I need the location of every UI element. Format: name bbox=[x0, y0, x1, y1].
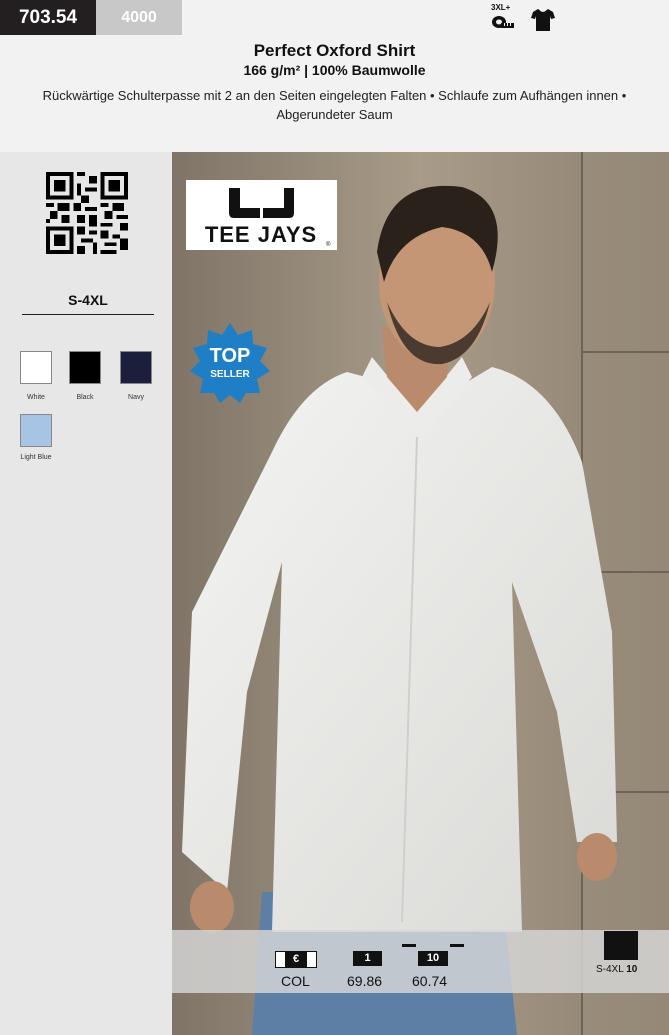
article-code: 703.54 bbox=[0, 0, 96, 35]
color-label-navy: Navy bbox=[128, 394, 144, 401]
top-seller-badge: TOP SELLER bbox=[190, 323, 270, 403]
top-seller-line1: TOP bbox=[210, 345, 251, 367]
tier2-qty: 10 bbox=[426, 952, 440, 964]
color-label-white: White bbox=[27, 394, 45, 401]
product-header: Perfect Oxford Shirt 166 g/m² | 100% Bau… bbox=[0, 35, 669, 152]
product-title: Perfect Oxford Shirt bbox=[253, 41, 416, 60]
tier1-qty-box: 1 bbox=[353, 951, 382, 966]
color-swatch-white[interactable] bbox=[20, 351, 52, 384]
product-photo bbox=[172, 152, 669, 1035]
carton-icon bbox=[604, 931, 638, 960]
model-illustration bbox=[172, 152, 669, 1035]
currency-box: € bbox=[275, 951, 317, 968]
packing-info: S-4XL 10 bbox=[596, 964, 637, 975]
product-description: Rückwärtige Schulterpasse mit 2 an den S… bbox=[42, 88, 627, 122]
packing-sizes: S-4XL bbox=[596, 964, 627, 975]
registered-mark: ® bbox=[326, 241, 331, 248]
top-seller-line2: SELLER bbox=[210, 369, 250, 380]
top-bar: 703.54 4000 3XL+ bbox=[0, 0, 669, 35]
size-range: S-4XL bbox=[22, 292, 154, 315]
tshirt-icon bbox=[531, 9, 555, 31]
qr-code-icon[interactable] bbox=[46, 172, 128, 254]
color-label-light-blue: Light Blue bbox=[20, 454, 52, 461]
tier2-price: 60.74 bbox=[412, 973, 448, 989]
tee-jays-logo-icon: TEE JAYS ® bbox=[205, 188, 331, 248]
color-swatch-navy[interactable] bbox=[120, 351, 152, 384]
article-secondary-code: 4000 bbox=[96, 0, 182, 35]
color-swatch-black[interactable] bbox=[69, 351, 101, 384]
brand-logo: TEE JAYS ® bbox=[186, 180, 337, 250]
product-subtitle: 166 g/m² | 100% Baumwolle bbox=[243, 62, 426, 78]
color-label-black: Black bbox=[76, 394, 94, 401]
col-label: COL bbox=[281, 973, 310, 989]
sidebar: S-4XL White Black Navy Light Blue bbox=[0, 152, 172, 1035]
color-swatch-light-blue[interactable] bbox=[20, 414, 52, 447]
measuring-tape-icon bbox=[492, 16, 514, 28]
brand-name: TEE JAYS bbox=[205, 222, 317, 247]
packing-qty: 10 bbox=[626, 964, 638, 975]
currency-symbol: € bbox=[285, 952, 307, 967]
tier1-price: 69.86 bbox=[347, 973, 383, 989]
